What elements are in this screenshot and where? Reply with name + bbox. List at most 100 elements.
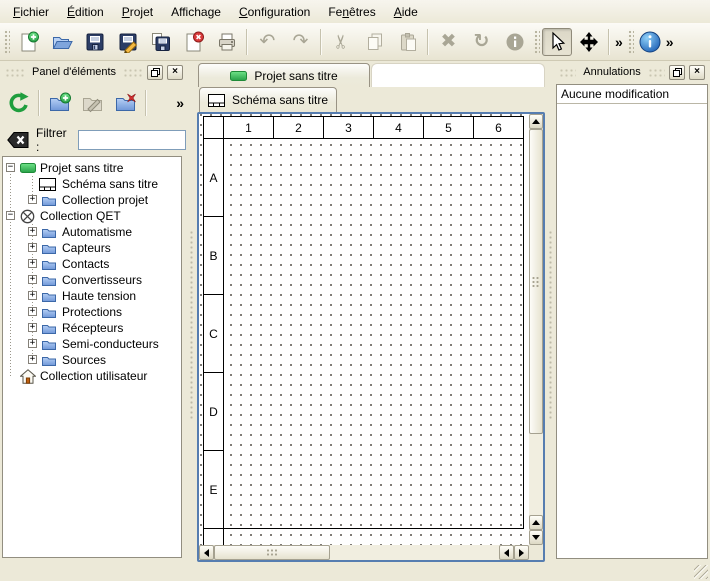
new-element-button[interactable] (43, 88, 76, 119)
right-splitter-handle[interactable] (548, 230, 554, 420)
scroll-up-button-2[interactable] (529, 515, 543, 530)
tree-item-convertisseurs[interactable]: + Convertisseurs (3, 272, 181, 288)
horizontal-scrollbar[interactable] (199, 545, 529, 560)
undo-button[interactable]: ↶ (251, 27, 284, 57)
save-as-button[interactable] (111, 27, 144, 57)
tree-item-haute-tension[interactable]: + Haute tension (3, 288, 181, 304)
delete-element-button[interactable] (109, 88, 142, 119)
expand-expander-icon[interactable]: + (28, 259, 37, 268)
save-button[interactable] (78, 27, 111, 57)
scroll-up-button[interactable] (529, 114, 543, 129)
tree-item-capteurs[interactable]: + Capteurs (3, 240, 181, 256)
menu-configuration[interactable]: Configuration (230, 2, 319, 22)
edit-element-button[interactable] (76, 88, 109, 119)
expand-expander-icon[interactable]: + (28, 195, 37, 204)
reload-collections-button[interactable] (2, 88, 35, 119)
folder-icon (42, 259, 56, 270)
toolbar-drag-handle[interactable] (533, 29, 540, 55)
float-panel-button[interactable] (669, 65, 685, 80)
toolbar-drag-handle[interactable] (3, 29, 10, 55)
menu-edition[interactable]: Édition (58, 2, 113, 22)
collapse-expander-icon[interactable]: − (6, 211, 15, 220)
print-button[interactable] (210, 27, 243, 57)
scroll-right-button[interactable] (514, 545, 529, 560)
collapse-expander-icon[interactable]: − (6, 163, 15, 172)
tree-item-semi-conducteurs[interactable]: + Semi-conducteurs (3, 336, 181, 352)
filter-input[interactable] (78, 130, 186, 150)
toolbar-drag-handle[interactable] (627, 29, 634, 55)
elements-panel-toolbar: » (2, 84, 186, 122)
expand-expander-icon[interactable]: + (28, 323, 37, 332)
expand-expander-icon[interactable]: + (28, 227, 37, 236)
float-panel-button[interactable] (147, 65, 163, 80)
element-info-button[interactable] (498, 27, 531, 57)
grid-column-header: 4 (373, 116, 424, 139)
cut-button[interactable]: ✂ (325, 27, 358, 57)
toolbar-overflow-button[interactable]: » (613, 34, 625, 50)
tree-item-collection-qet[interactable]: − Collection QET (3, 208, 181, 224)
tree-item-recepteurs[interactable]: + Récepteurs (3, 320, 181, 336)
close-panel-button[interactable]: × (689, 65, 705, 80)
tree-item-contacts[interactable]: + Contacts (3, 256, 181, 272)
tree-item-project[interactable]: − Projet sans titre (3, 160, 181, 176)
schema-tab-icon (208, 94, 225, 107)
close-file-button[interactable] (177, 27, 210, 57)
expand-expander-icon[interactable]: + (28, 355, 37, 364)
toolbar-separator (246, 29, 248, 55)
select-tool-button[interactable] (542, 28, 572, 56)
undo-list-item[interactable]: Aucune modification (557, 85, 707, 104)
close-file-icon (183, 31, 205, 53)
grid-row-header: E (203, 450, 224, 529)
vertical-scrollbar[interactable] (529, 114, 543, 545)
expand-expander-icon[interactable]: + (28, 243, 37, 252)
panel-toolbar-overflow-button[interactable]: » (174, 95, 186, 111)
save-icon (84, 31, 106, 53)
expand-expander-icon[interactable]: + (28, 291, 37, 300)
left-splitter-handle[interactable] (189, 230, 195, 420)
clear-filter-button[interactable] (7, 132, 29, 148)
expand-expander-icon[interactable]: + (28, 339, 37, 348)
scroll-left-button-2[interactable] (499, 545, 514, 560)
open-folder-icon (51, 31, 73, 53)
menu-fenetres[interactable]: Fenêtres (319, 2, 384, 22)
tree-item-collection-projet[interactable]: + Collection projet (3, 192, 181, 208)
rotate-button[interactable]: ↻ (465, 27, 498, 57)
new-project-button[interactable] (12, 27, 45, 57)
schema-canvas[interactable]: 1 2 3 4 5 6 A B C D E (199, 114, 529, 545)
paste-button[interactable] (391, 27, 424, 57)
resize-grip[interactable] (694, 565, 708, 579)
tree-item-collection-utilisateur[interactable]: Collection utilisateur (3, 368, 181, 384)
undo-history-list[interactable]: Aucune modification (556, 84, 708, 559)
status-bar (0, 562, 710, 581)
undo-panel-titlebar[interactable]: Annulations × (556, 62, 708, 82)
close-panel-button[interactable]: × (167, 65, 183, 80)
tree-item-schema[interactable]: Schéma sans titre (3, 176, 181, 192)
horizontal-scroll-thumb[interactable] (214, 545, 330, 560)
save-all-button[interactable] (144, 27, 177, 57)
expand-expander-icon[interactable]: + (28, 307, 37, 316)
close-icon: × (694, 67, 700, 77)
tree-item-protections[interactable]: + Protections (3, 304, 181, 320)
menu-fichier[interactable]: Fichier (4, 2, 58, 22)
open-project-button[interactable] (45, 27, 78, 57)
about-button[interactable] (636, 27, 664, 57)
tab-schema[interactable]: Schéma sans titre (199, 87, 337, 112)
tab-project[interactable]: Projet sans titre (198, 63, 370, 87)
tree-item-sources[interactable]: + Sources (3, 352, 181, 368)
menu-aide[interactable]: Aide (385, 2, 427, 22)
elements-tree[interactable]: − Projet sans titre Schéma sans titre + … (2, 156, 182, 558)
copy-button[interactable] (358, 27, 391, 57)
tree-item-automatisme[interactable]: + Automatisme (3, 224, 181, 240)
menu-projet[interactable]: Projet (113, 2, 162, 22)
toolbar-overflow-button[interactable]: » (664, 34, 676, 50)
scroll-down-button[interactable] (529, 530, 543, 545)
folder-icon (42, 195, 56, 206)
redo-button[interactable]: ↷ (284, 27, 317, 57)
scroll-left-button[interactable] (199, 545, 214, 560)
pan-tool-button[interactable] (572, 27, 605, 57)
delete-button[interactable]: ✖ (432, 27, 465, 57)
vertical-scroll-thumb[interactable] (529, 129, 543, 434)
menu-affichage[interactable]: Affichage (162, 2, 230, 22)
elements-panel-titlebar[interactable]: Panel d'éléments × (2, 62, 186, 82)
expand-expander-icon[interactable]: + (28, 275, 37, 284)
